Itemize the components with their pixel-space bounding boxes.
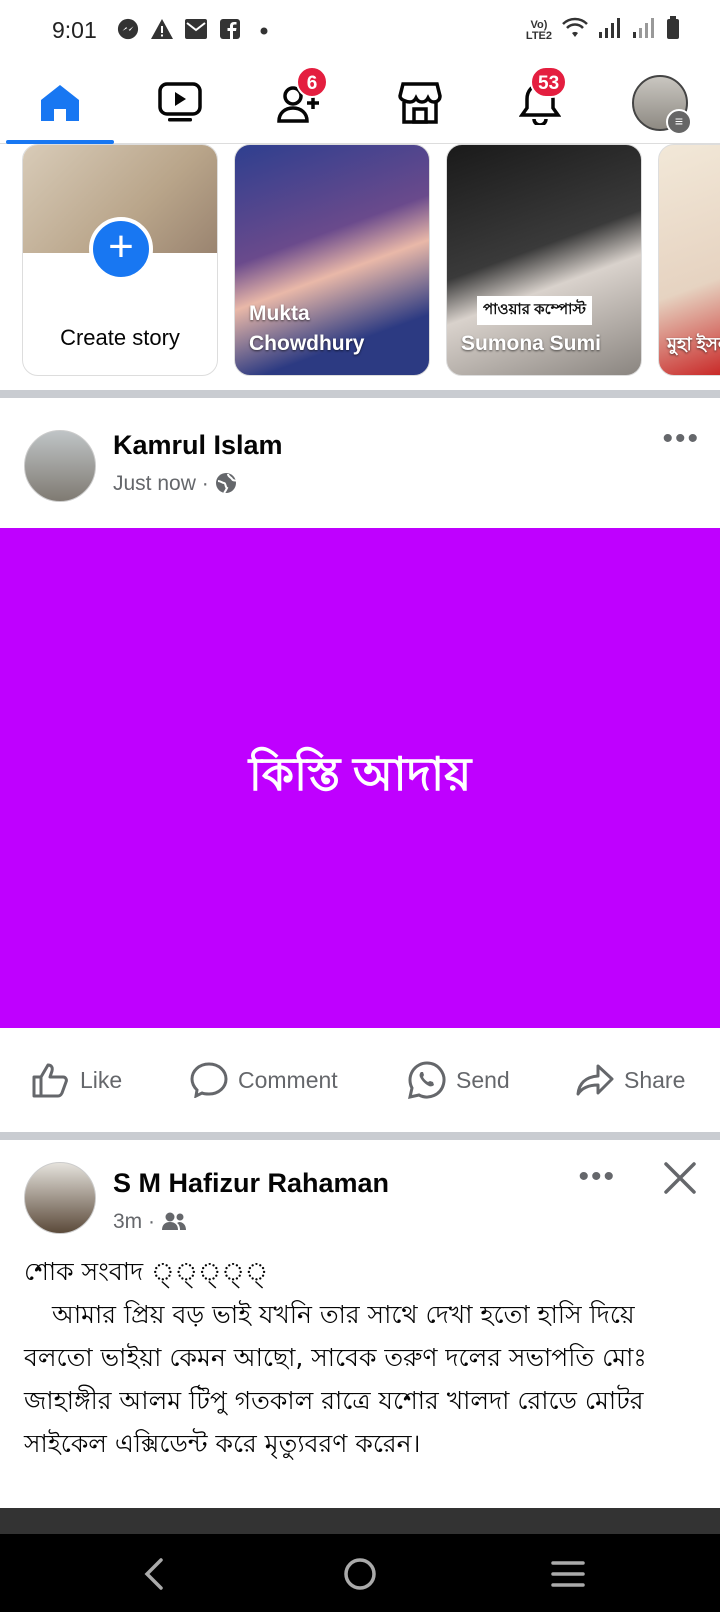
video-icon bbox=[158, 82, 202, 122]
close-icon[interactable] bbox=[662, 1160, 698, 1196]
more-options-icon[interactable]: ••• bbox=[578, 1160, 616, 1194]
post-background-text: কিস্তি আদায় bbox=[0, 528, 720, 1028]
home-circle-icon bbox=[344, 1558, 376, 1590]
post-title-line: শোক সংবাদ ◌্◌্◌্◌্◌্ bbox=[24, 1257, 269, 1286]
avatar[interactable] bbox=[24, 430, 96, 502]
story-tag: পাওয়ার কম্পোস্ট bbox=[477, 296, 593, 325]
feed-divider bbox=[0, 1132, 720, 1140]
like-button[interactable]: Like bbox=[32, 1058, 122, 1102]
volte-icon: Vo) LTE2 bbox=[525, 18, 552, 42]
meta-separator: · bbox=[148, 1210, 161, 1233]
tab-menu[interactable]: ≡ bbox=[600, 64, 720, 142]
warning-icon bbox=[150, 18, 174, 42]
comment-label: Comment bbox=[238, 1066, 338, 1093]
story-card[interactable]: মুহা ইসলা bbox=[658, 144, 720, 376]
meta-separator: · bbox=[201, 472, 215, 495]
create-story-card[interactable]: + Create story bbox=[22, 144, 218, 376]
story-card[interactable]: পাওয়ার কম্পোস্ট Sumona Sumi bbox=[446, 144, 642, 376]
dot-icon bbox=[252, 18, 276, 42]
back-button[interactable] bbox=[132, 1552, 176, 1596]
more-options-icon[interactable]: ••• bbox=[662, 422, 700, 456]
top-nav: 6 53 ≡ bbox=[0, 64, 720, 144]
post-header: S M Hafizur Rahaman 3m · ••• bbox=[0, 1140, 720, 1260]
mail-icon bbox=[184, 18, 208, 42]
signal-icon bbox=[598, 17, 622, 44]
story-author: Sumona Sumi bbox=[461, 332, 602, 355]
avatar[interactable] bbox=[24, 1162, 96, 1234]
story-author: Mukta Chowdhury bbox=[249, 302, 365, 355]
friends-icon bbox=[161, 1212, 186, 1230]
notifications-badge: 53 bbox=[530, 66, 568, 98]
tab-notifications[interactable]: 53 bbox=[480, 64, 600, 142]
post-time: Just now bbox=[113, 472, 196, 495]
send-label: Send bbox=[456, 1066, 510, 1093]
wifi-icon bbox=[562, 17, 588, 44]
like-icon bbox=[32, 1063, 68, 1098]
home-button[interactable] bbox=[338, 1552, 382, 1596]
create-story-label: Create story bbox=[60, 325, 180, 350]
story-card[interactable]: Mukta Chowdhury bbox=[234, 144, 430, 376]
stories-tray: + Create story Mukta Chowdhury পাওয়ার ক… bbox=[0, 144, 720, 382]
share-button[interactable]: Share bbox=[576, 1058, 685, 1102]
tab-marketplace[interactable] bbox=[360, 64, 480, 142]
like-label: Like bbox=[80, 1066, 123, 1093]
comment-icon bbox=[190, 1062, 228, 1098]
feed-divider bbox=[0, 390, 720, 398]
battery-icon bbox=[666, 16, 680, 45]
share-label: Share bbox=[624, 1066, 686, 1093]
bottom-strip bbox=[0, 1508, 720, 1534]
post-meta: Just now · bbox=[113, 472, 237, 496]
globe-icon bbox=[215, 473, 237, 494]
post-author[interactable]: S M Hafizur Rahaman bbox=[113, 1168, 389, 1199]
recents-icon bbox=[551, 1561, 585, 1587]
post-body-text: আমার প্রিয় বড় ভাই যখনি তার সাথে দেখা হ… bbox=[24, 1300, 647, 1458]
share-icon bbox=[576, 1064, 614, 1096]
post-actions: Like Comment Send Share bbox=[0, 1028, 720, 1132]
plus-icon[interactable]: + bbox=[89, 217, 153, 281]
post-meta: 3m · bbox=[113, 1210, 187, 1234]
tab-home[interactable] bbox=[0, 64, 120, 144]
profile-menu-icon: ≡ bbox=[632, 75, 692, 135]
tab-friends[interactable]: 6 bbox=[240, 64, 360, 142]
story-author: মুহা ইসলা bbox=[667, 334, 720, 354]
post-body: শোক সংবাদ ◌্◌্◌্◌্◌্ আমার প্রিয় বড় ভাই… bbox=[24, 1250, 704, 1465]
signal-icon bbox=[632, 17, 656, 44]
menu-lines-icon: ≡ bbox=[666, 109, 692, 135]
status-bar: 9:01 Vo) LTE2 bbox=[0, 0, 720, 64]
post-header: Kamrul Islam Just now · ••• bbox=[0, 398, 720, 518]
send-button[interactable]: Send bbox=[408, 1058, 510, 1102]
tab-watch[interactable] bbox=[120, 64, 240, 142]
recents-button[interactable] bbox=[546, 1552, 590, 1596]
whatsapp-icon bbox=[408, 1061, 446, 1099]
friends-badge: 6 bbox=[296, 66, 328, 98]
system-nav-bar bbox=[0, 1534, 720, 1612]
facebook-icon bbox=[218, 18, 242, 42]
comment-button[interactable]: Comment bbox=[190, 1058, 338, 1102]
post-author[interactable]: Kamrul Islam bbox=[113, 430, 283, 461]
post-text-styled: কিস্তি আদায় bbox=[248, 748, 472, 800]
back-icon bbox=[144, 1558, 163, 1590]
home-icon bbox=[41, 85, 79, 121]
marketplace-icon bbox=[398, 82, 442, 124]
status-time: 9:01 bbox=[52, 17, 97, 43]
post-time: 3m bbox=[113, 1210, 143, 1233]
messenger-icon bbox=[116, 18, 140, 42]
